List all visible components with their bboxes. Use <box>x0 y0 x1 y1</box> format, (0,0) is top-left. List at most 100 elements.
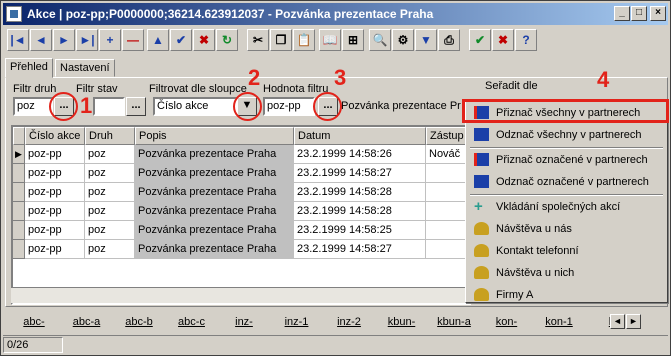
paste-button[interactable]: 📋 <box>293 29 315 51</box>
table-cell[interactable]: Pozvánka prezentace Praha <box>135 164 294 183</box>
filter-druh-input[interactable]: poz <box>13 97 53 116</box>
grid-horizontal-scrollbar[interactable] <box>11 287 471 303</box>
menu-item[interactable]: Návštěva u nás <box>468 218 665 240</box>
edit-record-button[interactable]: ▲ <box>147 29 169 51</box>
filter-column-select[interactable]: Číslo akce <box>153 97 237 116</box>
close-button[interactable]: ✖ <box>492 29 514 51</box>
filter-stav-label: Filtr stav <box>76 83 118 95</box>
tab-prehled[interactable]: Přehled <box>5 58 53 78</box>
table-cell[interactable]: 23.2.1999 14:58:27 <box>294 164 426 183</box>
table-cell[interactable]: poz-pp <box>25 202 85 221</box>
refresh-button[interactable]: ↻ <box>216 29 238 51</box>
tabs-scroll-right[interactable]: ► <box>626 314 641 329</box>
bottom-tab[interactable]: kbun- <box>377 313 427 332</box>
column-header[interactable]: Druh <box>85 127 135 145</box>
next-record-button[interactable]: ► <box>53 29 75 51</box>
menu-item[interactable]: Odznač označené v partnerech <box>468 171 665 193</box>
cut-button[interactable]: ✂ <box>247 29 269 51</box>
filter-value-input[interactable]: poz-pp <box>263 97 315 116</box>
people-icon <box>474 288 489 301</box>
menu-item[interactable]: Odznač všechny v partnerech <box>468 124 665 146</box>
column-header[interactable]: Popis <box>135 127 294 145</box>
table-row[interactable]: poz-pp poz Pozvánka prezentace Praha 23.2.1… <box>13 221 469 240</box>
table-cell[interactable]: poz-pp <box>25 164 85 183</box>
tabs-scroll-left[interactable]: ◄ <box>610 314 625 329</box>
bottom-tab[interactable]: inz-2 <box>324 313 374 332</box>
table-cell[interactable]: poz <box>85 164 135 183</box>
add-record-button[interactable]: + <box>99 29 121 51</box>
search-button[interactable]: 🔍 <box>369 29 391 51</box>
table-cell[interactable]: 23.2.1999 14:58:26 <box>294 145 426 164</box>
menu-item[interactable]: Firmy A <box>468 284 665 306</box>
ok-button[interactable]: ✔ <box>469 29 491 51</box>
last-record-button[interactable]: ►| <box>76 29 98 51</box>
bottom-tab[interactable]: abc-a <box>62 313 112 332</box>
filter-stav-ellipsis-button[interactable]: ... <box>126 97 146 116</box>
table-cell[interactable]: poz <box>85 240 135 259</box>
title-bar[interactable]: Akce | poz-pp;P0000000;36214.623912037 -… <box>3 3 668 25</box>
book-button[interactable]: 📖 <box>319 29 341 51</box>
settings-button[interactable]: ⚙ <box>392 29 414 51</box>
plus-icon: + <box>474 198 483 215</box>
table-cell[interactable]: poz-pp <box>25 183 85 202</box>
post-record-button[interactable]: ✔ <box>170 29 192 51</box>
table-cell[interactable]: 23.2.1999 14:58:28 <box>294 183 426 202</box>
copy-button[interactable]: ❐ <box>270 29 292 51</box>
table-cell[interactable]: poz <box>85 145 135 164</box>
bottom-tab[interactable]: kbun-a <box>429 313 479 332</box>
table-row[interactable]: poz-pp poz Pozvánka prezentace Praha 23.2.1… <box>13 183 469 202</box>
menu-item[interactable]: Přiznač označené v partnerech <box>468 149 665 171</box>
table-cell[interactable]: poz-pp <box>25 221 85 240</box>
column-header[interactable]: Datum <box>294 127 426 145</box>
table-cell[interactable]: Pozvánka prezentace Praha <box>135 202 294 221</box>
bottom-tab[interactable]: abc- <box>9 313 59 332</box>
bottom-tab[interactable]: inz- <box>219 313 269 332</box>
cancel-record-button[interactable]: ✖ <box>193 29 215 51</box>
minimize-button[interactable]: _ <box>614 6 630 21</box>
table-cell[interactable]: Pozvánka prezentace Praha <box>135 221 294 240</box>
menu-item[interactable]: + Vkládání společných akcí <box>468 196 665 218</box>
table-cell[interactable]: poz <box>85 221 135 240</box>
table-cell[interactable]: poz <box>85 183 135 202</box>
menu-item[interactable]: Návštěva u nich <box>468 262 665 284</box>
table-cell[interactable]: poz-pp <box>25 145 85 164</box>
people-icon <box>474 222 489 235</box>
table-cell[interactable]: poz <box>85 202 135 221</box>
table-cell[interactable]: Pozvánka prezentace Praha <box>135 183 294 202</box>
table-row[interactable]: poz-pp poz Pozvánka prezentace Praha 23.2.1… <box>13 240 469 259</box>
filter-stav-input[interactable] <box>93 97 125 116</box>
help-button[interactable]: ? <box>515 29 537 51</box>
close-window-button[interactable]: × <box>650 6 666 21</box>
delete-record-button[interactable]: — <box>122 29 144 51</box>
bottom-tab[interactable]: kon-1 <box>534 313 584 332</box>
bottom-tab[interactable]: inz-1 <box>272 313 322 332</box>
table-row[interactable]: poz-pp poz Pozvánka prezentace Praha 23.2.1… <box>13 164 469 183</box>
table-row[interactable]: poz-pp poz Pozvánka prezentace Praha 23.2.1… <box>13 202 469 221</box>
bottom-tab[interactable]: kon- <box>482 313 532 332</box>
people-icon <box>474 266 489 279</box>
prev-record-button[interactable]: ◄ <box>30 29 52 51</box>
filter-button[interactable]: ▼ <box>415 29 437 51</box>
grid-header: Číslo akce Druh Popis Datum Zástup <box>13 127 469 145</box>
callout-ring-3 <box>313 92 342 121</box>
table-cell[interactable]: 23.2.1999 14:58:28 <box>294 202 426 221</box>
column-header[interactable]: Číslo akce <box>25 127 85 145</box>
row-indicator <box>13 240 25 259</box>
window-title: Akce | poz-pp;P0000000;36214.623912037 -… <box>27 7 434 21</box>
table-row[interactable]: ▶ poz-pp poz Pozvánka prezentace Praha 23.2.… <box>13 145 469 164</box>
table-cell[interactable]: 23.2.1999 14:58:25 <box>294 221 426 240</box>
print-button[interactable]: ⎙ <box>438 29 460 51</box>
bottom-tab[interactable]: abc-b <box>114 313 164 332</box>
table-cell[interactable]: Pozvánka prezentace Praha <box>135 145 294 164</box>
table-cell[interactable]: poz-pp <box>25 240 85 259</box>
structure-button[interactable]: ⊞ <box>342 29 364 51</box>
first-record-button[interactable]: |◄ <box>7 29 29 51</box>
tab-nastaveni[interactable]: Nastavení <box>55 59 115 77</box>
maximize-button[interactable]: □ <box>631 6 647 21</box>
data-grid[interactable]: Číslo akce Druh Popis Datum Zástup ▶ poz-pp po… <box>11 125 471 305</box>
table-cell[interactable]: Pozvánka prezentace Praha <box>135 240 294 259</box>
bottom-tab[interactable]: abc-c <box>167 313 217 332</box>
menu-item[interactable]: Kontakt telefonní <box>468 240 665 262</box>
menu-item-label: Přiznač označené v partnerech <box>496 154 648 166</box>
table-cell[interactable]: 23.2.1999 14:58:27 <box>294 240 426 259</box>
